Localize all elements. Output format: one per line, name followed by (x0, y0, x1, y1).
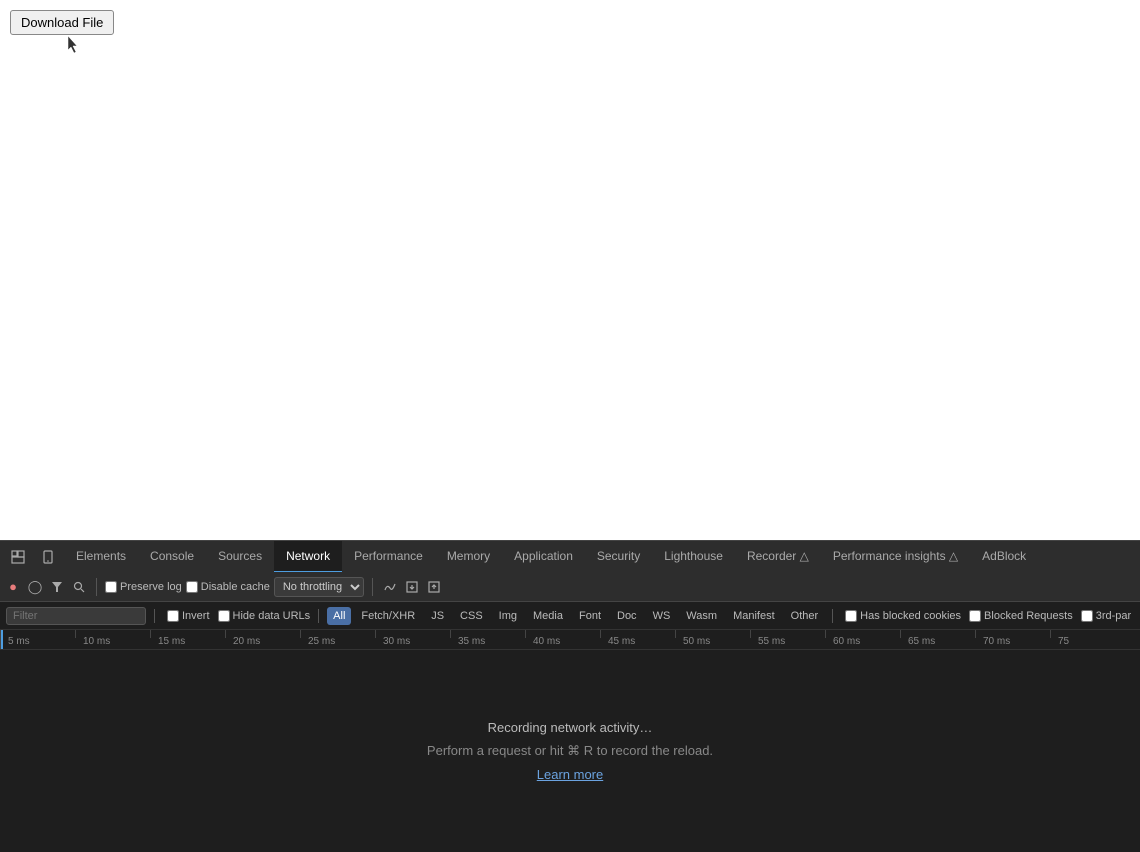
tab-sources[interactable]: Sources (206, 541, 274, 573)
export-har-icon[interactable] (425, 578, 443, 596)
blocked-requests-checkbox[interactable] (969, 610, 981, 622)
tab-lighthouse[interactable]: Lighthouse (652, 541, 735, 573)
blocked-requests-checkbox-group[interactable]: Blocked Requests (969, 610, 1073, 622)
third-party-checkbox[interactable] (1081, 610, 1093, 622)
tick-15ms: 15 ms (158, 636, 185, 647)
tick-10ms: 10 ms (83, 636, 110, 647)
tick-35ms: 35 ms (458, 636, 485, 647)
tick-50ms: 50 ms (683, 636, 710, 647)
cursor-icon (68, 36, 80, 54)
filter-sep-3 (832, 609, 833, 623)
devtools-icon-inspect[interactable] (4, 543, 32, 571)
disable-cache-checkbox-group[interactable]: Disable cache (186, 581, 270, 593)
tick-60ms: 60 ms (833, 636, 860, 647)
filter-type-manifest[interactable]: Manifest (727, 607, 781, 625)
filter-type-doc[interactable]: Doc (611, 607, 643, 625)
tab-memory[interactable]: Memory (435, 541, 502, 573)
third-party-checkbox-group[interactable]: 3rd-par (1081, 610, 1131, 622)
third-party-label: 3rd-par (1096, 610, 1131, 622)
recording-text: Recording network activity… (488, 716, 653, 739)
filter-sep-2 (318, 609, 319, 623)
tab-network[interactable]: Network (274, 541, 342, 573)
search-icon[interactable] (70, 578, 88, 596)
main-page: Download File (0, 0, 1140, 540)
filter-type-js[interactable]: JS (425, 607, 450, 625)
tick-45ms: 45 ms (608, 636, 635, 647)
filter-type-all[interactable]: All (327, 607, 351, 625)
preserve-log-label: Preserve log (120, 581, 182, 593)
tab-recorder[interactable]: Recorder △ (735, 541, 821, 573)
tab-console[interactable]: Console (138, 541, 206, 573)
filter-input[interactable] (6, 607, 146, 625)
filter-type-wasm[interactable]: Wasm (680, 607, 723, 625)
has-blocked-cookies-checkbox-group[interactable]: Has blocked cookies (845, 610, 961, 622)
clear-button[interactable]: ◯ (26, 578, 44, 596)
invert-checkbox[interactable] (167, 610, 179, 622)
devtools-filter-bar: Invert Hide data URLs All Fetch/XHR JS C… (0, 602, 1140, 630)
devtools-toolbar: ● ◯ Preserve log Disable cache No thrott… (0, 572, 1140, 602)
preserve-log-checkbox-group[interactable]: Preserve log (105, 581, 182, 593)
learn-more-link[interactable]: Learn more (537, 763, 603, 786)
tab-elements[interactable]: Elements (64, 541, 138, 573)
tick-20ms: 20 ms (233, 636, 260, 647)
has-blocked-cookies-checkbox[interactable] (845, 610, 857, 622)
tick-70ms: 70 ms (983, 636, 1010, 647)
hide-data-urls-checkbox[interactable] (218, 610, 230, 622)
tab-security[interactable]: Security (585, 541, 652, 573)
devtools-icon-mobile[interactable] (34, 543, 62, 571)
timeline-ruler: 5 ms 10 ms 15 ms 20 ms 25 ms 30 ms 35 ms… (0, 630, 1140, 650)
filter-type-ws[interactable]: WS (647, 607, 677, 625)
network-conditions-icon[interactable] (381, 578, 399, 596)
tick-55ms: 55 ms (758, 636, 785, 647)
tick-25ms: 25 ms (308, 636, 335, 647)
tab-adblock[interactable]: AdBlock (970, 541, 1038, 573)
invert-checkbox-group[interactable]: Invert (167, 610, 210, 622)
filter-type-fetch-xhr[interactable]: Fetch/XHR (355, 607, 421, 625)
hide-data-urls-checkbox-group[interactable]: Hide data URLs (218, 610, 311, 622)
filter-type-font[interactable]: Font (573, 607, 607, 625)
tab-performance-insights[interactable]: Performance insights △ (821, 541, 970, 573)
import-har-icon[interactable] (403, 578, 421, 596)
devtools-panel: Elements Console Sources Network Perform… (0, 540, 1140, 852)
filter-type-img[interactable]: Img (493, 607, 523, 625)
toolbar-separator-1 (96, 578, 97, 596)
tab-performance[interactable]: Performance (342, 541, 435, 573)
tick-5ms: 5 ms (8, 636, 30, 647)
filter-type-other[interactable]: Other (785, 607, 825, 625)
hint-text: Perform a request or hit ⌘ R to record t… (427, 739, 713, 762)
devtools-tab-bar: Elements Console Sources Network Perform… (0, 540, 1140, 572)
record-button[interactable]: ● (4, 578, 22, 596)
preserve-log-checkbox[interactable] (105, 581, 117, 593)
tick-40ms: 40 ms (533, 636, 560, 647)
download-button[interactable]: Download File (10, 10, 114, 35)
filter-sep-1 (154, 609, 155, 623)
disable-cache-label: Disable cache (201, 581, 270, 593)
filter-type-media[interactable]: Media (527, 607, 569, 625)
filter-type-css[interactable]: CSS (454, 607, 489, 625)
tick-65ms: 65 ms (908, 636, 935, 647)
tick-75ms: 75 (1058, 636, 1069, 647)
has-blocked-cookies-label: Has blocked cookies (860, 610, 961, 622)
network-content-area: Recording network activity… Perform a re… (0, 650, 1140, 852)
tab-application[interactable]: Application (502, 541, 585, 573)
throttle-select[interactable]: No throttling (274, 577, 364, 597)
hide-data-urls-label: Hide data URLs (233, 610, 311, 622)
toolbar-separator-2 (372, 578, 373, 596)
disable-cache-checkbox[interactable] (186, 581, 198, 593)
invert-label: Invert (182, 610, 210, 622)
blocked-requests-label: Blocked Requests (984, 610, 1073, 622)
filter-icon[interactable] (48, 578, 66, 596)
tick-30ms: 30 ms (383, 636, 410, 647)
